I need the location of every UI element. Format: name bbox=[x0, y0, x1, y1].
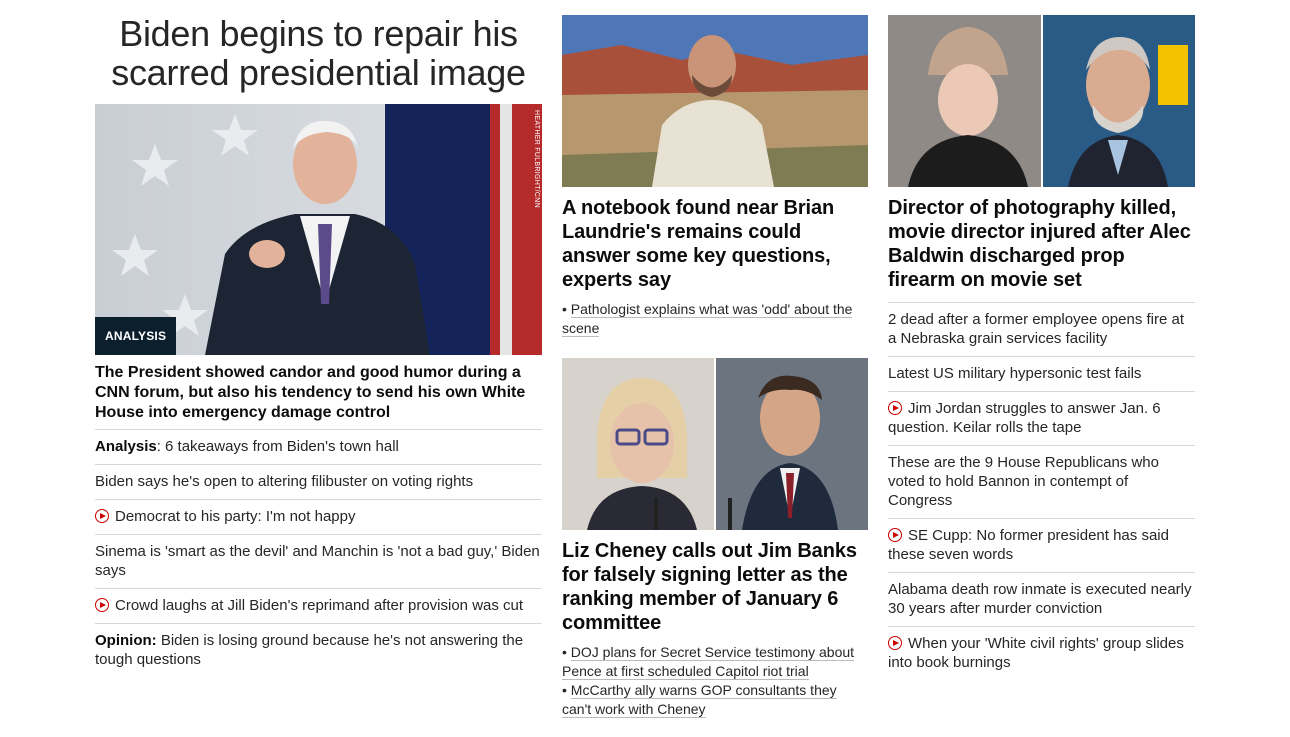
item-text: SE Cupp: No former president has said th… bbox=[888, 527, 1169, 563]
play-video-icon bbox=[888, 401, 902, 415]
middle-column: A notebook found near Brian Laundrie's r… bbox=[562, 0, 868, 719]
item-prefix: Analysis bbox=[95, 438, 157, 455]
baldwin-story-photo[interactable] bbox=[888, 15, 1195, 187]
list-item[interactable]: Alabama death row inmate is executed nea… bbox=[888, 572, 1195, 626]
list-item[interactable]: Sinema is 'smart as the devil' and Manch… bbox=[95, 534, 542, 588]
item-prefix: Opinion: bbox=[95, 632, 157, 649]
list-item[interactable]: Analysis: 6 takeaways from Biden's town … bbox=[95, 429, 542, 464]
list-item[interactable]: 2 dead after a former employee opens fir… bbox=[888, 302, 1195, 356]
laundrie-story-photo[interactable] bbox=[562, 15, 868, 187]
cheney-sublinks: • DOJ plans for Secret Service testimony… bbox=[562, 643, 868, 719]
cheney-banks-photo[interactable] bbox=[562, 358, 868, 530]
list-item[interactable]: Biden says he's open to altering filibus… bbox=[95, 464, 542, 499]
item-text: Crowd laughs at Jill Biden's reprimand a… bbox=[115, 597, 524, 614]
list-item[interactable]: Opinion: Biden is losing ground because … bbox=[95, 623, 542, 677]
laundrie-headline[interactable]: A notebook found near Brian Laundrie's r… bbox=[562, 196, 868, 292]
list-item[interactable]: Latest US military hypersonic test fails bbox=[888, 356, 1195, 391]
item-text: Alabama death row inmate is executed nea… bbox=[888, 581, 1192, 617]
item-text: These are the 9 House Republicans who vo… bbox=[888, 454, 1159, 509]
item-text: Biden is losing ground because he's not … bbox=[95, 632, 524, 668]
right-column: Director of photography killed, movie di… bbox=[888, 0, 1195, 680]
biden-town-hall-photo[interactable]: HEATHER FULBRIGHT/CNN ANALYSIS bbox=[95, 104, 542, 355]
right-links-list: 2 dead after a former employee opens fir… bbox=[888, 302, 1195, 680]
item-text: 2 dead after a former employee opens fir… bbox=[888, 311, 1185, 347]
item-text: Latest US military hypersonic test fails bbox=[888, 365, 1142, 382]
item-text: Jim Jordan struggles to answer Jan. 6 qu… bbox=[888, 400, 1161, 436]
sub-link[interactable]: • McCarthy ally warns GOP consultants th… bbox=[562, 681, 868, 719]
sub-link[interactable]: • DOJ plans for Secret Service testimony… bbox=[562, 643, 868, 681]
related-links-list: Analysis: 6 takeaways from Biden's town … bbox=[95, 429, 542, 677]
cheney-headline[interactable]: Liz Cheney calls out Jim Banks for false… bbox=[562, 539, 868, 635]
item-text: 6 takeaways from Biden's town hall bbox=[160, 438, 399, 455]
photo-credit: HEATHER FULBRIGHT/CNN bbox=[533, 110, 540, 208]
lead-story-column: Biden begins to repair his scarred presi… bbox=[95, 0, 542, 677]
item-text: Sinema is 'smart as the devil' and Manch… bbox=[95, 543, 540, 579]
laundrie-sublinks: • Pathologist explains what was 'odd' ab… bbox=[562, 300, 868, 338]
list-item[interactable]: When your 'White civil rights' group sli… bbox=[888, 626, 1195, 680]
list-item[interactable]: Jim Jordan struggles to answer Jan. 6 qu… bbox=[888, 391, 1195, 445]
item-text: Democrat to his party: I'm not happy bbox=[115, 508, 356, 525]
list-item[interactable]: Crowd laughs at Jill Biden's reprimand a… bbox=[95, 588, 542, 623]
analysis-badge: ANALYSIS bbox=[95, 317, 177, 355]
sub-link[interactable]: • Pathologist explains what was 'odd' ab… bbox=[562, 300, 868, 338]
list-item[interactable]: Democrat to his party: I'm not happy bbox=[95, 499, 542, 534]
play-video-icon bbox=[95, 598, 109, 612]
list-item[interactable]: These are the 9 House Republicans who vo… bbox=[888, 445, 1195, 518]
item-text: When your 'White civil rights' group sli… bbox=[888, 635, 1184, 671]
play-video-icon bbox=[888, 528, 902, 542]
list-item[interactable]: SE Cupp: No former president has said th… bbox=[888, 518, 1195, 572]
lead-headline[interactable]: Biden begins to repair his scarred presi… bbox=[95, 14, 542, 92]
item-text: Biden says he's open to altering filibus… bbox=[95, 473, 474, 490]
lead-summary[interactable]: The President showed candor and good hum… bbox=[95, 363, 542, 429]
play-video-icon bbox=[95, 509, 109, 523]
play-video-icon bbox=[888, 636, 902, 650]
baldwin-headline[interactable]: Director of photography killed, movie di… bbox=[888, 196, 1195, 292]
